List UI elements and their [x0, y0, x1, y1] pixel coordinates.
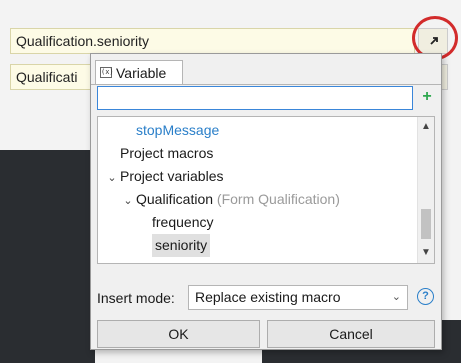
add-icon[interactable]: + [419, 88, 435, 106]
tree-item[interactable]: stopMessage [136, 119, 219, 142]
insert-mode-value: Replace existing macro [195, 289, 341, 305]
tab-variable[interactable]: (x) Variable [95, 60, 183, 84]
tree-item-label: stopMessage [136, 122, 220, 138]
tree-item[interactable]: ⌄ Qualification (Form Qualification) [120, 188, 340, 213]
expression-field[interactable]: Qualification.seniority [10, 28, 415, 54]
tree-item-label: frequency [152, 214, 214, 230]
tree-item-hint: (Form Qualification) [213, 191, 340, 207]
variable-tree[interactable]: stopMessage Project macros ⌄ Project variab… [97, 116, 435, 264]
tree-item-label: seniority [155, 237, 208, 253]
tree-item-label: Qualification [136, 191, 214, 207]
tree-item[interactable]: Project macros [120, 142, 213, 165]
scroll-thumb[interactable] [421, 209, 431, 239]
chevron-down-icon[interactable]: ⌄ [120, 190, 136, 213]
chevron-down-icon: ⌄ [391, 291, 401, 303]
variable-picker-popup: (x) Variable + stopMessage Project macros… [90, 53, 442, 350]
tree-item[interactable]: seniority [152, 234, 211, 257]
cancel-button[interactable]: Cancel [267, 320, 435, 348]
chevron-down-icon[interactable]: ⌄ [104, 167, 120, 190]
tab-label: Variable [116, 64, 167, 81]
tree-item-label: Project variables [120, 168, 224, 184]
help-icon[interactable]: ? [417, 288, 434, 305]
tree-scrollbar[interactable]: ▲ ▼ [417, 117, 434, 263]
dark-background-panel [0, 150, 95, 363]
insert-mode-label: Insert mode: [97, 290, 175, 306]
tree-item[interactable]: frequency [152, 211, 213, 234]
ok-button[interactable]: OK [97, 320, 260, 348]
tree-item-label: Project macros [120, 145, 214, 161]
variable-icon: (x) [100, 67, 114, 78]
scroll-up-icon[interactable]: ▲ [418, 119, 434, 135]
insert-mode-select[interactable]: Replace existing macro ⌄ [188, 285, 408, 310]
scroll-down-icon[interactable]: ▼ [418, 245, 434, 261]
tree-item[interactable]: ⌄ Project variables [104, 165, 224, 190]
tab-divider [91, 84, 441, 85]
search-input[interactable] [97, 86, 413, 110]
